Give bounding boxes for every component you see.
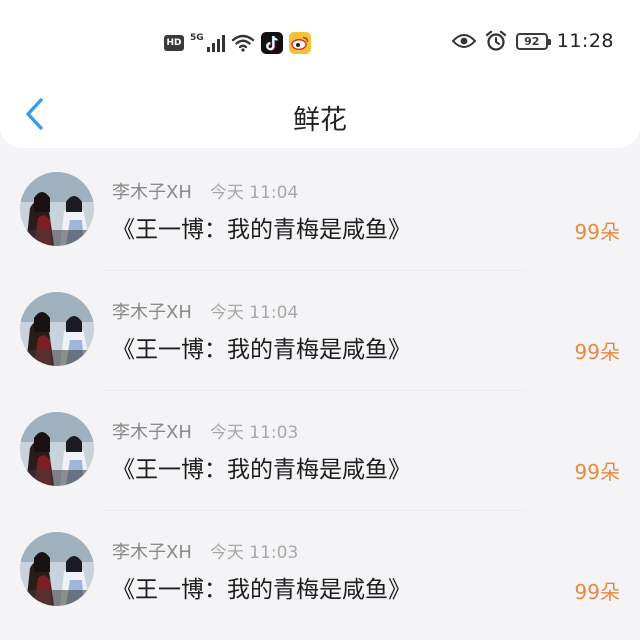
avatar[interactable] [20,532,94,606]
divider [104,510,526,511]
alarm-clock-icon [485,30,506,51]
item-meta: 李木子XH 今天 11:04 [112,178,298,204]
book-title: 《王一博：我的青梅是咸鱼》 [112,577,411,603]
weibo-icon [288,32,311,54]
status-right-icons: 92 11:28 [451,30,614,52]
list-item[interactable]: 李木子XH 今天 11:04 《王一博：我的青梅是咸鱼》 99朵 [0,280,640,400]
navigation-bar: 鲜花 [0,88,640,142]
status-time: 11:28 [556,30,614,52]
book-title: 《王一博：我的青梅是咸鱼》 [112,337,411,363]
eye-comfort-icon [451,34,476,48]
divider [104,270,526,271]
flower-gift-list: 李木子XH 今天 11:04 《王一博：我的青梅是咸鱼》 99朵 李木子XH 今… [0,160,640,640]
sent-time: 今天 11:03 [209,543,299,563]
item-meta: 李木子XH 今天 11:03 [112,418,298,444]
sent-time: 今天 11:04 [209,303,299,323]
item-meta: 李木子XH 今天 11:03 [112,538,298,564]
sender-name: 李木子XH [112,182,192,203]
list-item[interactable]: 李木子XH 今天 11:03 《王一博：我的青梅是咸鱼》 99朵 [0,520,640,640]
item-meta: 李木子XH 今天 11:04 [112,298,298,324]
flower-amount: 99朵 [574,220,620,244]
flower-amount: 99朵 [574,580,620,604]
list-item[interactable]: 李木子XH 今天 11:04 《王一博：我的青梅是咸鱼》 99朵 [0,160,640,280]
status-left-icons: HD 5G [164,32,311,54]
flower-amount: 99朵 [574,460,620,484]
avatar[interactable] [20,172,94,246]
header-card: HD 5G 92 11:28 鲜花 [0,0,640,148]
divider [104,390,526,391]
sent-time: 今天 11:03 [209,423,299,443]
avatar[interactable] [20,292,94,366]
flower-amount: 99朵 [574,340,620,364]
status-bar: HD 5G 92 11:28 [0,26,640,62]
battery-icon: 92 [515,32,551,50]
book-title: 《王一博：我的青梅是咸鱼》 [112,217,411,243]
avatar[interactable] [20,412,94,486]
sender-name: 李木子XH [112,422,192,443]
tiktok-icon [260,32,283,54]
sent-time: 今天 11:04 [209,183,299,203]
hd-badge: HD [164,35,184,51]
sender-name: 李木子XH [112,302,192,323]
page-title: 鲜花 [293,105,347,136]
sender-name: 李木子XH [112,542,192,563]
wifi-icon [231,34,254,52]
list-item[interactable]: 李木子XH 今天 11:03 《王一博：我的青梅是咸鱼》 99朵 [0,400,640,520]
network-type-label: 5G [190,33,204,43]
cellular-signal-icon: 5G [190,34,225,52]
book-title: 《王一博：我的青梅是咸鱼》 [112,457,411,483]
